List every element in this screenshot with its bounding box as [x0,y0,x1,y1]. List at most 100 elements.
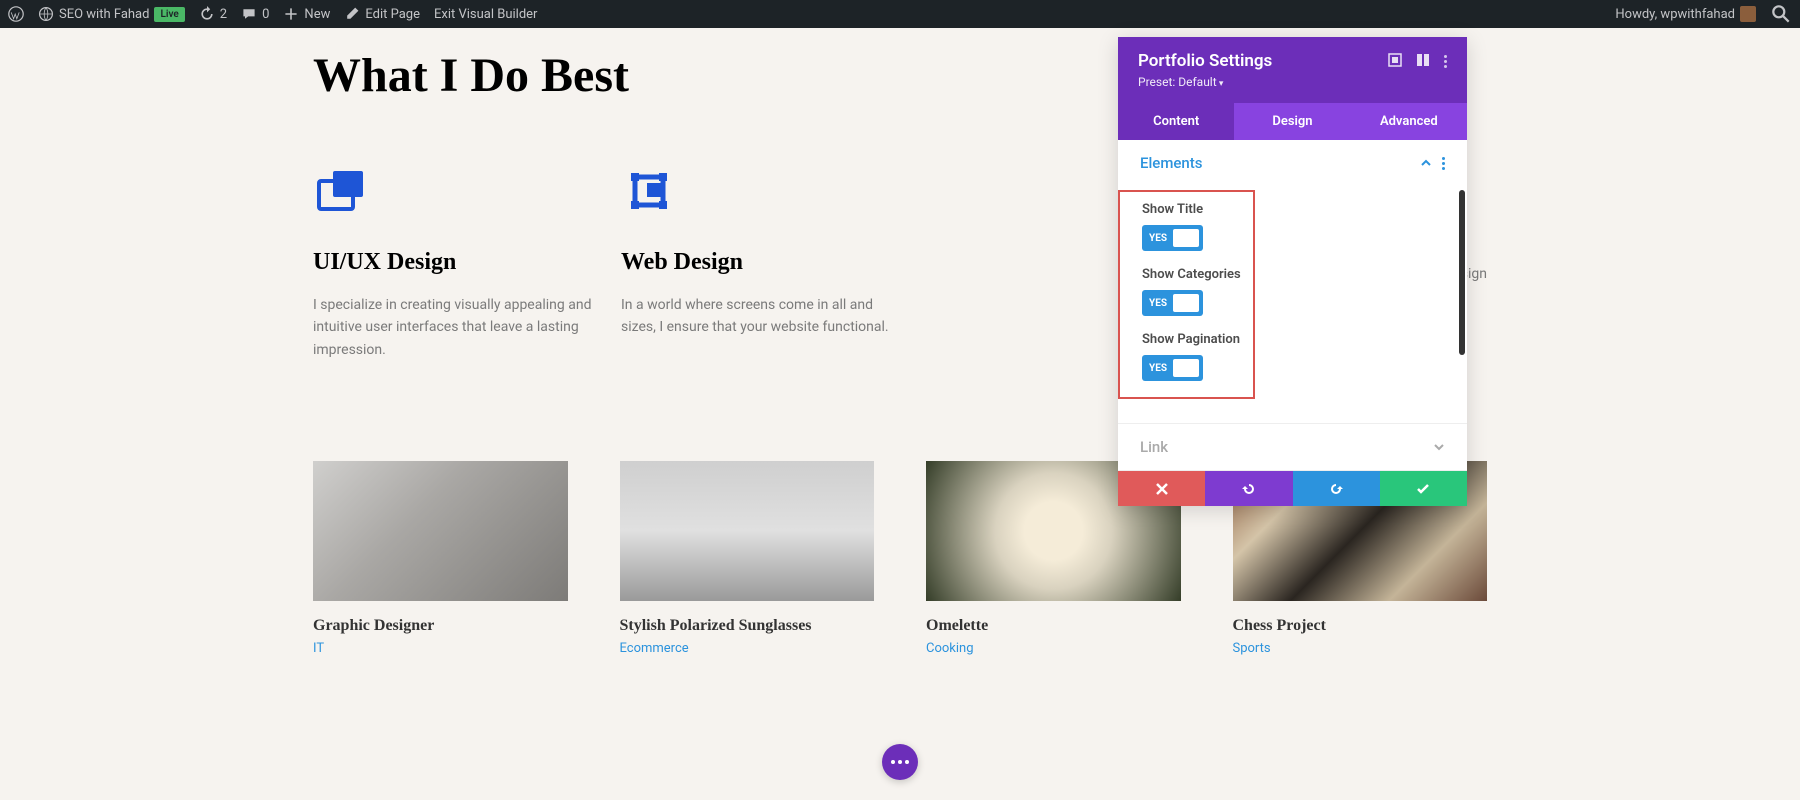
refresh-count: 2 [220,7,227,22]
dots-icon [891,760,909,764]
panel-tabs: Content Design Advanced [1118,103,1467,140]
accordion-icons [1433,441,1445,453]
toggle-knob [1173,359,1199,377]
portfolio-image [313,461,568,601]
exit-vb-item[interactable]: Exit Visual Builder [434,7,537,22]
accordion-elements: Elements Show Title YES S [1118,140,1467,424]
new-item[interactable]: New [283,6,330,22]
toggle-row-show-pagination: Show Pagination YES [1142,332,1243,381]
expand-icon [1388,53,1402,67]
wp-admin-bar: SEO with Fahad Live 2 0 New Edit Page Ex… [0,0,1800,28]
panel-header: Portfolio Settings Preset: Default [1118,37,1467,103]
panel-header-icons [1388,52,1447,71]
menu-dots-icon [1444,55,1447,68]
wordpress-icon [8,6,24,22]
redo-icon [1329,482,1343,496]
tab-content[interactable]: Content [1118,103,1234,140]
crop-icon [621,163,677,219]
accordion-title: Elements [1140,154,1203,172]
new-label: New [304,7,330,22]
accordion-body: Show Title YES Show Categories YES [1118,186,1467,423]
columns-icon [1416,53,1430,67]
toggle-label: Show Pagination [1142,332,1243,347]
preset-dropdown[interactable]: Preset: Default [1138,75,1447,89]
windows-icon [313,163,369,219]
menu-dots-icon [1442,157,1445,170]
toggle-text: YES [1149,233,1167,244]
show-pagination-toggle[interactable]: YES [1142,355,1203,381]
search-item[interactable] [1770,3,1792,25]
chevron-down-icon [1433,441,1445,453]
refresh-item[interactable]: 2 [199,6,227,22]
portfolio-item[interactable]: Stylish Polarized Sunglasses Ecommerce [620,461,875,656]
howdy-item[interactable]: Howdy, wpwithfahad [1615,6,1756,22]
portfolio-category[interactable]: Ecommerce [620,641,875,656]
highlight-annotation: Show Title YES Show Categories YES [1118,190,1255,399]
panel-body: Elements Show Title YES S [1118,140,1467,471]
refresh-icon [199,6,215,22]
portfolio-settings-panel: Portfolio Settings Preset: Default Conte… [1118,37,1467,506]
show-title-toggle[interactable]: YES [1142,225,1203,251]
panel-title: Portfolio Settings [1138,51,1272,71]
plus-icon [283,6,299,22]
service-title: Web Design [621,249,909,276]
accordion-head-link[interactable]: Link [1118,424,1467,470]
portfolio-category[interactable]: Cooking [926,641,1181,656]
service-desc: In a world where screens come in all and… [621,294,909,339]
service-item: Web Design In a world where screens come… [621,163,909,361]
panel-footer [1118,471,1467,506]
chevron-up-icon [1420,157,1432,169]
edit-page-item[interactable]: Edit Page [344,6,420,22]
admin-bar-right: Howdy, wpwithfahad [1615,3,1792,25]
accordion-icons [1420,157,1445,170]
undo-button[interactable] [1205,471,1292,506]
toggle-knob [1173,229,1199,247]
expand-button[interactable] [1388,52,1402,71]
exit-vb-label: Exit Visual Builder [434,7,537,22]
pencil-icon [344,6,360,22]
live-badge: Live [154,7,184,22]
comment-icon [241,6,257,22]
portfolio-title: Stylish Polarized Sunglasses [620,617,875,635]
snap-button[interactable] [1416,52,1430,71]
toggle-row-show-title: Show Title YES [1142,202,1243,251]
show-categories-toggle[interactable]: YES [1142,290,1203,316]
service-desc: I specialize in creating visually appeal… [313,294,601,361]
toggle-text: YES [1149,298,1167,309]
save-button[interactable] [1380,471,1467,506]
globe-icon [38,6,54,22]
accordion-link: Link [1118,424,1467,471]
panel-menu-button[interactable] [1444,55,1447,68]
tab-design[interactable]: Design [1234,103,1350,140]
discard-button[interactable] [1118,471,1205,506]
portfolio-category[interactable]: IT [313,641,568,656]
accordion-head-elements[interactable]: Elements [1118,140,1467,186]
toggle-label: Show Title [1142,202,1243,217]
portfolio-category[interactable]: Sports [1233,641,1488,656]
portfolio-title: Omelette [926,617,1181,635]
wp-logo[interactable] [8,6,24,22]
site-name-label: SEO with Fahad [59,7,149,22]
site-name-link[interactable]: SEO with Fahad Live [38,6,185,22]
undo-icon [1242,482,1256,496]
close-icon [1155,482,1169,496]
portfolio-title: Graphic Designer [313,617,568,635]
tab-advanced[interactable]: Advanced [1351,103,1467,140]
toggle-knob [1173,294,1199,312]
check-icon [1416,482,1430,496]
toggle-label: Show Categories [1142,267,1243,282]
scrollbar[interactable] [1459,190,1465,355]
admin-bar-left: SEO with Fahad Live 2 0 New Edit Page Ex… [8,6,537,22]
redo-button[interactable] [1293,471,1380,506]
accordion-title: Link [1140,438,1168,456]
comments-item[interactable]: 0 [241,6,269,22]
portfolio-image [620,461,875,601]
search-icon [1770,3,1792,25]
portfolio-title: Chess Project [1233,617,1488,635]
section-menu-button[interactable] [1442,157,1445,170]
service-item: UI/UX Design I specialize in creating vi… [313,163,601,361]
service-title: UI/UX Design [313,249,601,276]
builder-fab[interactable] [882,744,918,780]
avatar [1740,6,1756,22]
portfolio-item[interactable]: Graphic Designer IT [313,461,568,656]
